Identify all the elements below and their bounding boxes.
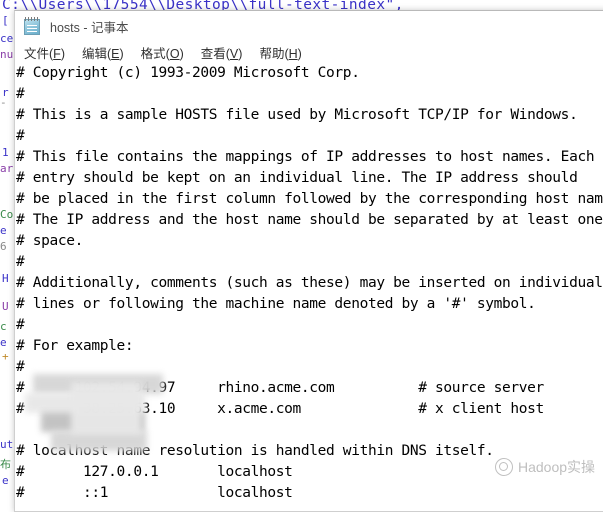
menu-item-mnemonic: H xyxy=(288,46,298,61)
editor-gutter-fragment: nu xyxy=(0,48,14,61)
editor-gutter-fragment: 6 xyxy=(0,240,7,253)
notepad-text-area[interactable]: # Copyright (c) 1993-2009 Microsoft Corp… xyxy=(15,63,603,511)
editor-gutter-fragment: e xyxy=(0,224,7,237)
text-line xyxy=(16,504,603,511)
text-line: # space. xyxy=(16,233,84,249)
text-line: # Additionally, comments (such as these)… xyxy=(16,275,603,291)
editor-gutter-fragment: Co xyxy=(0,208,14,221)
text-line: # xyxy=(16,128,25,144)
text-line: # This is a sample HOSTS file used by Mi… xyxy=(16,107,578,123)
menu-item-3[interactable]: 格式(O) xyxy=(141,43,184,62)
editor-gutter-fragment: e xyxy=(0,336,7,349)
menu-item-2[interactable]: 编辑(E) xyxy=(82,43,124,62)
notepad-window[interactable]: hosts - 记事本 文件(F) 编辑(E) 格式(O) 查看(V) 帮助(H) # … xyxy=(14,10,603,512)
menu-item-mnemonic: E xyxy=(111,46,120,61)
menu-item-label: 格式( xyxy=(140,46,170,61)
text-line xyxy=(16,420,603,441)
notepad-titlebar[interactable]: hosts - 记事本 xyxy=(15,11,603,41)
editor-gutter-fragment: [ xyxy=(2,14,9,27)
text-line: # lines or following the machine name de… xyxy=(16,296,536,312)
menu-item-label: 文件( xyxy=(24,46,54,61)
text-line: # 102.54.94.97 rhino.acme.com # source s… xyxy=(16,380,544,396)
menu-item-label: 编辑( xyxy=(81,46,112,61)
text-line: # xyxy=(16,86,25,102)
menu-item-4[interactable]: 查看(V) xyxy=(201,43,243,62)
text-line: # xyxy=(16,317,25,333)
menu-item-label: 帮助( xyxy=(259,46,289,61)
notepad-menubar[interactable]: 文件(F) 编辑(E) 格式(O) 查看(V) 帮助(H) xyxy=(15,41,603,63)
menu-item-1[interactable]: 文件(F) xyxy=(24,43,65,62)
notepad-icon xyxy=(24,17,41,35)
text-line: # Copyright (c) 1993-2009 Microsoft Corp… xyxy=(16,65,360,81)
text-line: # xyxy=(16,254,25,270)
text-line: # For example: xyxy=(16,338,134,354)
editor-gutter-fragment: c xyxy=(0,320,7,333)
editor-gutter-fragment: ce xyxy=(0,32,14,45)
editor-gutter-fragment: H xyxy=(2,272,9,285)
menu-item-label: 查看( xyxy=(200,46,230,61)
editor-gutter-fragment: ut xyxy=(0,438,14,451)
text-line: # The IP address and the host name shoul… xyxy=(16,212,603,228)
text-line: # This file contains the mappings of IP … xyxy=(16,149,595,165)
text-line: # entry should be kept on an individual … xyxy=(16,170,578,186)
text-line: # 127.0.0.1 localhost xyxy=(16,464,293,480)
menu-item-mnemonic: V xyxy=(229,46,239,61)
text-line: # be placed in the first column followed… xyxy=(16,191,603,207)
window-title: hosts - 记事本 xyxy=(50,20,129,35)
editor-gutter-fragment: e xyxy=(2,474,9,487)
editor-gutter-fragment: U xyxy=(2,300,9,313)
text-line: # 38.25.63.10 x.acme.com # x client host xyxy=(16,401,544,417)
text-line: # localhost name resolution is handled w… xyxy=(16,443,494,459)
editor-gutter-fragment: 1 xyxy=(2,146,9,159)
menu-item-5[interactable]: 帮助(H) xyxy=(259,43,301,62)
editor-gutter-fragment: + xyxy=(2,350,9,363)
editor-gutter-fragment: - xyxy=(0,96,7,109)
menu-item-mnemonic: F xyxy=(53,46,61,61)
editor-gutter-fragment: ar xyxy=(0,162,14,175)
text-line: # xyxy=(16,359,25,375)
editor-gutter-fragment: 布 xyxy=(0,458,11,471)
menu-item-mnemonic: O xyxy=(169,46,180,61)
